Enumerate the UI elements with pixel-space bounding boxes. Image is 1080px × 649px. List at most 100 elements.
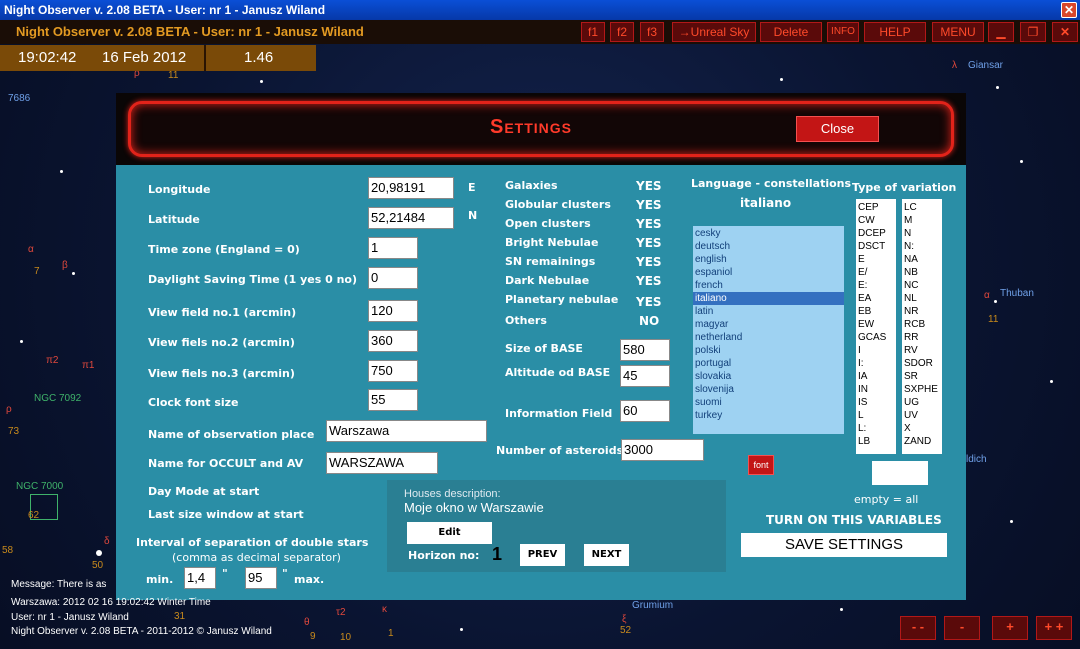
variation-item[interactable]: I [856,344,896,357]
variation-item[interactable]: EA [856,292,896,305]
obj-dark-toggle[interactable]: YES [636,274,662,288]
variation-item[interactable]: SXPHE [902,383,942,396]
language-item[interactable]: slovakia [693,370,844,383]
delete-button[interactable]: Delete [760,22,822,42]
unreal-sky-button[interactable]: →Unreal Sky [672,22,756,42]
save-settings-button[interactable]: SAVE SETTINGS [741,533,947,557]
latitude-input[interactable]: 52,21484 [368,207,454,229]
zoom-in-fast-button[interactable]: + + [1036,616,1072,640]
zoom-in-button[interactable]: + [992,616,1028,640]
variation-item[interactable]: SDOR [902,357,942,370]
view3-input[interactable]: 750 [368,360,418,382]
info-field-input[interactable]: 60 [620,400,670,422]
occult-input[interactable]: WARSZAWA [326,452,438,474]
variation-item[interactable]: N: [902,240,942,253]
language-item[interactable]: latin [693,305,844,318]
max-input[interactable]: 95 [245,567,277,589]
info-button[interactable]: INFO [827,22,859,42]
edit-button[interactable]: Edit [407,522,492,544]
asteroids-input[interactable]: 3000 [621,439,704,461]
variation-item[interactable]: E/ [856,266,896,279]
font-button[interactable]: font [748,455,774,475]
zoom-out-button[interactable]: - [944,616,980,640]
language-item[interactable]: magyar [693,318,844,331]
variation-col1[interactable]: CEP CW DCEP DSCT E E/ E: EA EB EW GCAS I… [856,199,896,454]
language-item[interactable]: french [693,279,844,292]
language-item[interactable]: slovenija [693,383,844,396]
longitude-input[interactable]: 20,98191 [368,177,454,199]
dst-input[interactable]: 0 [368,267,418,289]
variation-item[interactable]: LC [902,201,942,214]
obj-open-toggle[interactable]: YES [636,217,662,231]
variation-item[interactable]: DCEP [856,227,896,240]
language-item[interactable]: cesky [693,227,844,240]
timezone-input[interactable]: 1 [368,237,418,259]
window-close-button[interactable]: ✕ [1061,2,1077,18]
daymode-label[interactable]: Day Mode at start [148,485,259,498]
language-item[interactable]: suomi [693,396,844,409]
obj-sn-toggle[interactable]: YES [636,255,662,269]
variation-item[interactable]: LB [856,435,896,448]
variation-item[interactable]: UV [902,409,942,422]
obj-bright-toggle[interactable]: YES [636,236,662,250]
variation-item[interactable]: NB [902,266,942,279]
view1-input[interactable]: 120 [368,300,418,322]
variation-item[interactable]: IS [856,396,896,409]
zoom-out-fast-button[interactable]: - - [900,616,936,640]
variation-item[interactable]: EW [856,318,896,331]
settings-close-button[interactable]: Close [796,116,879,142]
variation-item[interactable]: RV [902,344,942,357]
variation-item[interactable]: NL [902,292,942,305]
variation-item[interactable]: E [856,253,896,266]
obj-globular-toggle[interactable]: YES [636,198,662,212]
view2-input[interactable]: 360 [368,330,418,352]
clockfont-input[interactable]: 55 [368,389,418,411]
variation-item[interactable]: M [902,214,942,227]
language-item[interactable]: turkey [693,409,844,422]
f1-button[interactable]: f1 [581,22,605,42]
variation-item[interactable]: IA [856,370,896,383]
maximize-button[interactable]: ❐ [1020,22,1046,42]
language-item[interactable]: deutsch [693,240,844,253]
obj-planetary-toggle[interactable]: YES [636,295,662,309]
language-item[interactable]: netherland [693,331,844,344]
variation-item[interactable]: DSCT [856,240,896,253]
variation-item[interactable]: N [902,227,942,240]
f2-button[interactable]: f2 [610,22,634,42]
variation-item[interactable]: X [902,422,942,435]
variation-item[interactable]: GCAS [856,331,896,344]
min-input[interactable]: 1,4 [184,567,216,589]
app-close-button[interactable]: ✕ [1052,22,1078,42]
variation-item[interactable]: SR [902,370,942,383]
variation-item[interactable]: NR [902,305,942,318]
variation-col2[interactable]: LC M N N: NA NB NC NL NR RCB RR RV SDOR … [902,199,942,454]
language-list[interactable]: cesky deutsch english espaniol french it… [693,226,844,434]
variation-item[interactable]: L [856,409,896,422]
variation-item[interactable]: CEP [856,201,896,214]
obsplace-input[interactable]: Warszawa [326,420,487,442]
variation-input[interactable] [872,461,928,485]
variation-item[interactable]: E: [856,279,896,292]
language-item[interactable]: polski [693,344,844,357]
lastsize-label[interactable]: Last size window at start [148,508,304,521]
language-item-selected[interactable]: italiano [693,292,844,305]
variation-item[interactable]: ZAND [902,435,942,448]
variation-item[interactable]: NC [902,279,942,292]
minimize-button[interactable]: ▁ [988,22,1014,42]
help-button[interactable]: HELP [864,22,926,42]
obj-galaxies-toggle[interactable]: YES [636,179,662,193]
language-item[interactable]: english [693,253,844,266]
prev-button[interactable]: PREV [520,544,565,566]
base-size-input[interactable]: 580 [620,339,670,361]
obj-others-toggle[interactable]: NO [639,314,659,328]
variation-item[interactable]: I: [856,357,896,370]
language-item[interactable]: espaniol [693,266,844,279]
next-button[interactable]: NEXT [584,544,629,566]
variation-item[interactable]: IN [856,383,896,396]
language-item[interactable]: portugal [693,357,844,370]
variation-item[interactable]: EB [856,305,896,318]
variation-item[interactable]: NA [902,253,942,266]
variation-item[interactable]: CW [856,214,896,227]
menu-button[interactable]: MENU [932,22,984,42]
variation-item[interactable]: L: [856,422,896,435]
